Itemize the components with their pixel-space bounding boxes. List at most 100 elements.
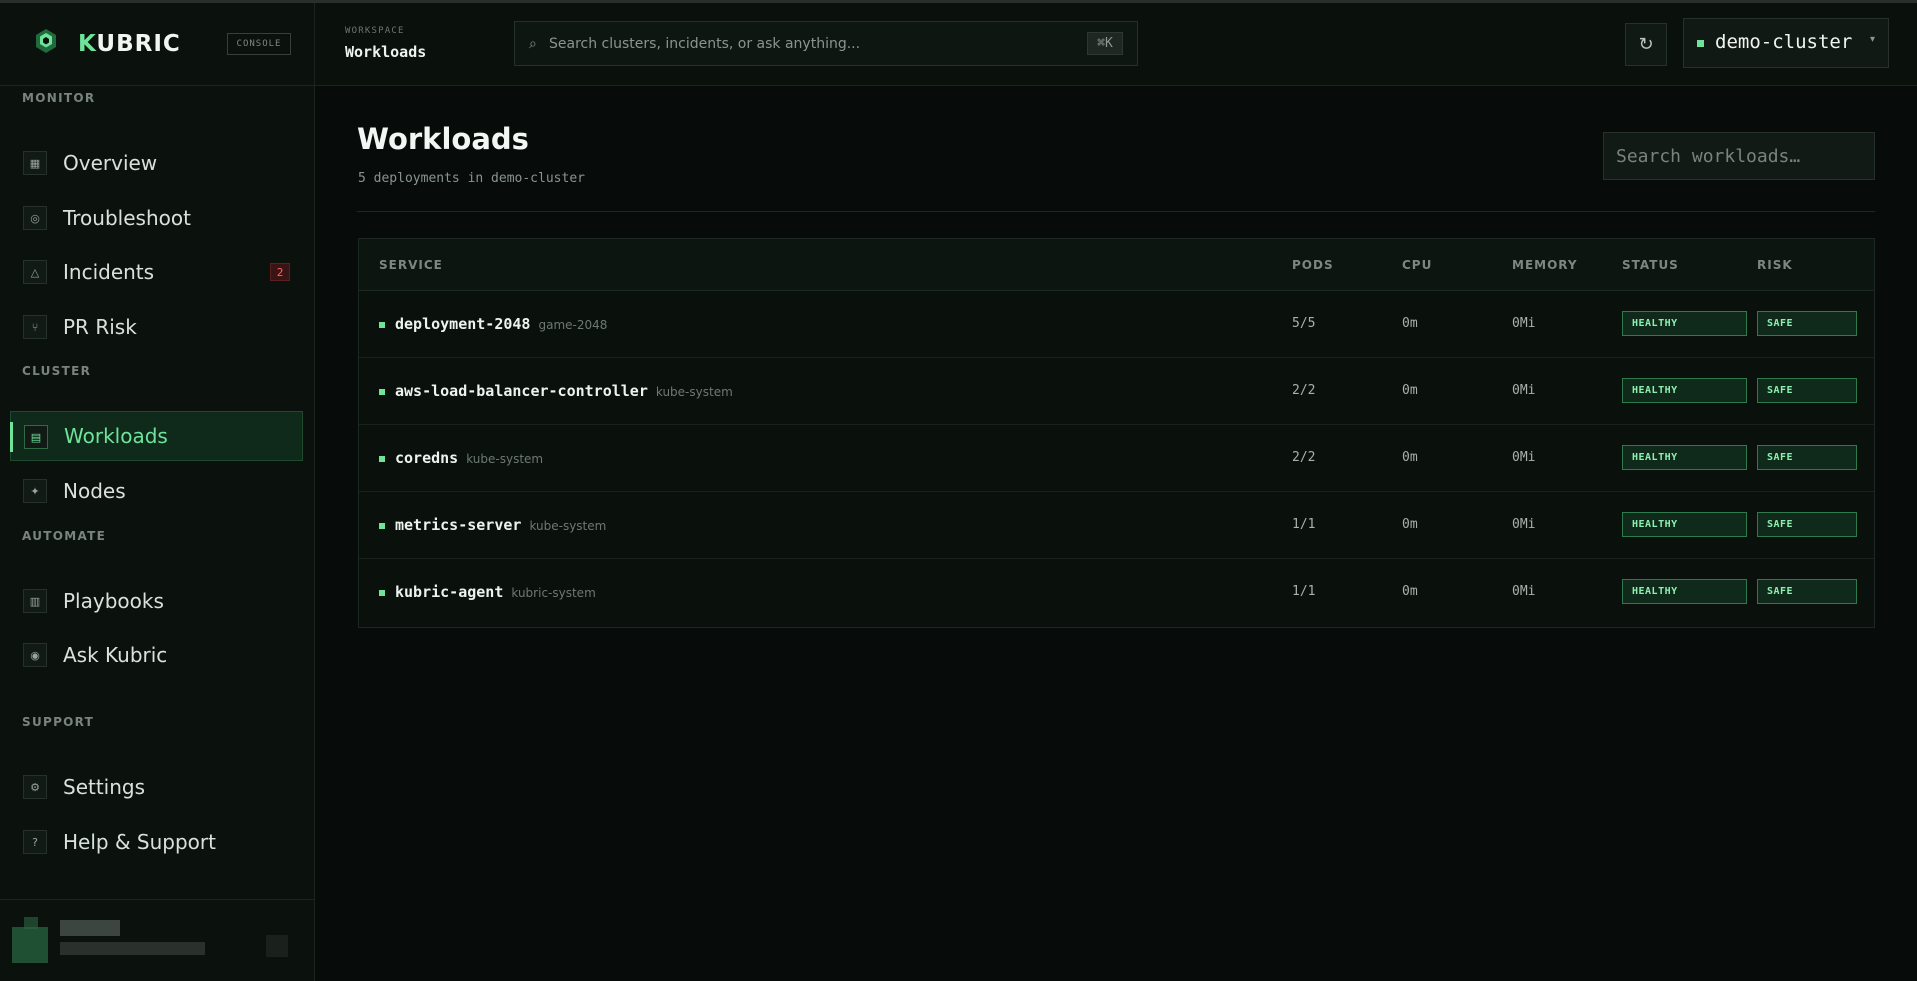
sidebar-item-workloads[interactable]: ▤ Workloads bbox=[10, 411, 303, 461]
book-icon: ▥ bbox=[23, 589, 47, 613]
dot-icon: ◉ bbox=[23, 643, 47, 667]
brand-name-rest: UBRIC bbox=[96, 31, 181, 57]
status-badge: HEALTHY bbox=[1622, 311, 1747, 336]
top-bar: WORKSPACE Workloads ⌕ ⌘K ↻ demo-cluster … bbox=[315, 3, 1917, 86]
user-email-redacted bbox=[60, 942, 205, 955]
sidebar-item-label: Playbooks bbox=[63, 589, 164, 613]
status-dot bbox=[379, 389, 385, 395]
section-label-support: SUPPORT bbox=[22, 715, 95, 729]
table-row[interactable]: kubric-agent kubric-system 1/1 0m 0Mi HEA… bbox=[359, 559, 1874, 626]
pods-cell: 2/2 bbox=[1292, 383, 1316, 398]
status-badge: HEALTHY bbox=[1622, 445, 1747, 470]
global-search[interactable]: ⌕ ⌘K bbox=[514, 21, 1138, 66]
cpu-cell: 0m bbox=[1402, 517, 1418, 532]
column-header-pods[interactable]: PODS bbox=[1292, 258, 1334, 272]
service-namespace: kubric-system bbox=[511, 586, 596, 600]
sidebar-item-playbooks[interactable]: ▥ Playbooks bbox=[10, 576, 303, 626]
cluster-selector[interactable]: demo-cluster ▾ bbox=[1683, 18, 1889, 68]
risk-badge: SAFE bbox=[1757, 378, 1857, 403]
status-dot bbox=[379, 590, 385, 596]
workspace-label: WORKSPACE bbox=[345, 26, 405, 36]
service-name-text: kubric-agent bbox=[395, 583, 504, 601]
sidebar-item-ask-kubric[interactable]: ◉ Ask Kubric bbox=[10, 630, 303, 680]
cpu-cell: 0m bbox=[1402, 316, 1418, 331]
service-namespace: game-2048 bbox=[538, 318, 608, 332]
list-icon: ▤ bbox=[24, 425, 48, 449]
brand-header: KUBRIC CONSOLE bbox=[0, 3, 314, 86]
branch-icon: ⑂ bbox=[23, 315, 47, 339]
grid-icon: ▦ bbox=[23, 151, 47, 175]
brand-name[interactable]: KUBRIC bbox=[78, 31, 181, 57]
sidebar-item-label: Nodes bbox=[63, 479, 126, 503]
pods-cell: 1/1 bbox=[1292, 517, 1316, 532]
sidebar-item-overview[interactable]: ▦ Overview bbox=[10, 138, 303, 188]
service-name: deployment-2048 game-2048 bbox=[395, 315, 607, 333]
service-namespace: kube-system bbox=[655, 385, 733, 399]
user-menu-button[interactable] bbox=[266, 935, 288, 957]
column-header-risk[interactable]: RISK bbox=[1757, 258, 1793, 272]
user-profile[interactable] bbox=[0, 899, 314, 981]
section-label-monitor: MONITOR bbox=[22, 91, 96, 105]
refresh-button[interactable]: ↻ bbox=[1625, 23, 1667, 66]
column-header-service[interactable]: SERVICE bbox=[379, 258, 443, 272]
section-label-automate: AUTOMATE bbox=[22, 529, 107, 543]
avatar bbox=[12, 917, 48, 963]
table-row[interactable]: metrics-server kube-system 1/1 0m 0Mi HEA… bbox=[359, 492, 1874, 559]
cluster-status-dot bbox=[1697, 40, 1704, 47]
column-header-cpu[interactable]: CPU bbox=[1402, 258, 1432, 272]
status-dot bbox=[379, 322, 385, 328]
main-content: Workloads 5 deployments in demo-cluster … bbox=[315, 86, 1917, 981]
sidebar-item-settings[interactable]: ⚙ Settings bbox=[10, 762, 303, 812]
page-title: Workloads bbox=[357, 122, 529, 156]
service-name-text: aws-load-balancer-controller bbox=[395, 382, 648, 400]
gear-icon: ⚙ bbox=[23, 775, 47, 799]
sidebar-item-nodes[interactable]: ✦ Nodes bbox=[10, 466, 303, 516]
sidebar-item-label: Workloads bbox=[64, 424, 168, 448]
target-icon: ◎ bbox=[23, 206, 47, 230]
global-search-input[interactable] bbox=[549, 22, 1069, 65]
workspace-title: Workloads bbox=[345, 43, 427, 61]
sparkle-icon: ✦ bbox=[23, 479, 47, 503]
memory-cell: 0Mi bbox=[1512, 450, 1536, 465]
sidebar-item-pr-risk[interactable]: ⑂ PR Risk bbox=[10, 302, 303, 352]
kubric-logo-icon bbox=[36, 29, 56, 53]
column-header-memory[interactable]: MEMORY bbox=[1512, 258, 1578, 272]
question-icon: ? bbox=[23, 830, 47, 854]
cluster-name: demo-cluster bbox=[1715, 31, 1853, 53]
header-divider bbox=[357, 211, 1875, 212]
pods-cell: 2/2 bbox=[1292, 450, 1316, 465]
refresh-icon: ↻ bbox=[1638, 34, 1654, 55]
sidebar-item-label: Ask Kubric bbox=[63, 643, 168, 667]
page-subtitle: 5 deployments in demo-cluster bbox=[358, 171, 585, 186]
table-row[interactable]: deployment-2048 game-2048 5/5 0m 0Mi HEAL… bbox=[359, 291, 1874, 358]
workloads-search-input[interactable] bbox=[1603, 132, 1875, 180]
memory-cell: 0Mi bbox=[1512, 316, 1536, 331]
risk-badge: SAFE bbox=[1757, 311, 1857, 336]
table-row[interactable]: coredns kube-system 2/2 0m 0Mi HEALTHY SA… bbox=[359, 425, 1874, 492]
cpu-cell: 0m bbox=[1402, 383, 1418, 398]
sidebar-item-incidents[interactable]: △ Incidents 2 bbox=[10, 247, 303, 297]
memory-cell: 0Mi bbox=[1512, 517, 1536, 532]
table-row[interactable]: aws-load-balancer-controller kube-system … bbox=[359, 358, 1874, 425]
sidebar-item-help-support[interactable]: ? Help & Support bbox=[10, 817, 303, 867]
triangle-icon: △ bbox=[23, 260, 47, 284]
chevron-down-icon: ▾ bbox=[1869, 34, 1875, 45]
service-name: aws-load-balancer-controller kube-system bbox=[395, 382, 733, 400]
status-dot bbox=[379, 456, 385, 462]
risk-badge: SAFE bbox=[1757, 579, 1857, 604]
service-namespace: kube-system bbox=[466, 452, 544, 466]
cpu-cell: 0m bbox=[1402, 584, 1418, 599]
service-name-text: deployment-2048 bbox=[395, 315, 531, 333]
status-badge: HEALTHY bbox=[1622, 378, 1747, 403]
status-badge: HEALTHY bbox=[1622, 579, 1747, 604]
sidebar-item-label: PR Risk bbox=[63, 315, 137, 339]
sidebar-item-label: Troubleshoot bbox=[63, 206, 191, 230]
cpu-cell: 0m bbox=[1402, 450, 1418, 465]
column-header-status[interactable]: STATUS bbox=[1622, 258, 1679, 272]
status-dot bbox=[379, 523, 385, 529]
sidebar-item-troubleshoot[interactable]: ◎ Troubleshoot bbox=[10, 193, 303, 243]
risk-badge: SAFE bbox=[1757, 445, 1857, 470]
service-name: kubric-agent kubric-system bbox=[395, 583, 596, 601]
section-label-cluster: CLUSTER bbox=[22, 364, 92, 378]
table-header: SERVICE PODS CPU MEMORY STATUS RISK bbox=[359, 239, 1874, 291]
